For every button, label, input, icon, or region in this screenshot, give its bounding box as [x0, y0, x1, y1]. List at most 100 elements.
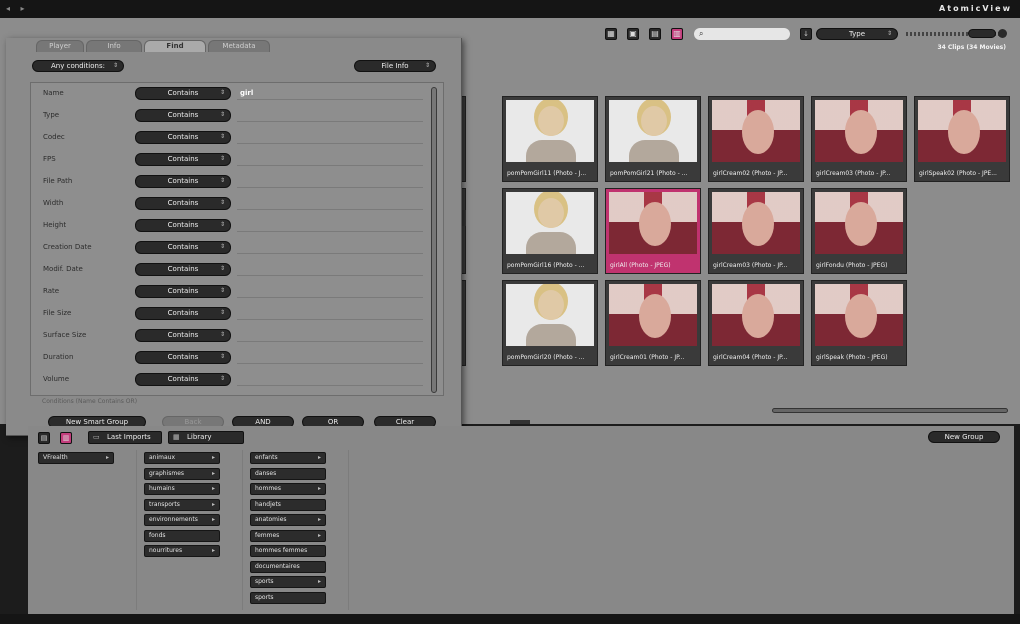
expand-arrow-icon: ▸: [211, 469, 215, 477]
library-folder[interactable]: sports: [250, 591, 326, 604]
filter-icon[interactable]: ▥: [671, 28, 683, 40]
condition-value-input[interactable]: girl: [237, 87, 423, 100]
expand-arrow-icon: ▸: [211, 516, 215, 523]
zoom-slider-handle[interactable]: [968, 29, 996, 38]
condition-operator-select[interactable]: Contains ⇕: [135, 351, 231, 364]
save-icon[interactable]: ▣: [627, 28, 639, 40]
chevron-down-icon: ⇕: [219, 199, 225, 206]
search-input[interactable]: ⌕: [694, 28, 790, 40]
clip-thumbnail[interactable]: girlSpeak02 (Photo - JPE...: [914, 96, 1010, 182]
library-folder[interactable]: VFrealth ▸: [38, 452, 114, 464]
clip-thumbnail[interactable]: girlCream02 (Photo - JP...: [708, 96, 804, 182]
library-folder[interactable]: enfants ▸: [250, 452, 326, 464]
match-mode-select[interactable]: Any conditions: ⇕: [32, 60, 124, 72]
clip-thumbnail[interactable]: girlSpeak (Photo - JPEG): [811, 280, 907, 366]
filter-library-icon[interactable]: ▥: [60, 432, 72, 444]
condition-value-input[interactable]: [237, 175, 423, 188]
library-folder-label: animaux: [149, 454, 176, 461]
tab-player[interactable]: Player: [36, 40, 84, 52]
library-label: Library: [187, 433, 212, 441]
condition-operator-select[interactable]: Contains ⇕: [135, 131, 231, 144]
library-folder[interactable]: femmes ▸: [250, 529, 326, 542]
condition-operator-select[interactable]: Contains ⇕: [135, 373, 231, 386]
library-folder[interactable]: anatomies ▸: [250, 514, 326, 526]
condition-operator-select[interactable]: Contains ⇕: [135, 329, 231, 342]
condition-operator-select[interactable]: Contains ⇕: [135, 263, 231, 276]
sort-icon[interactable]: ↓: [800, 28, 812, 40]
library-folder[interactable]: documentaires: [250, 560, 326, 573]
condition-value-input[interactable]: [237, 263, 423, 276]
collapse-icon[interactable]: ▤: [38, 432, 50, 444]
library-folder[interactable]: transports ▸: [144, 498, 220, 511]
condition-operator-select[interactable]: Contains ⇕: [135, 285, 231, 298]
clip-thumbnail[interactable]: pomPomGirl16 (Photo - ...: [502, 188, 598, 274]
last-imports-button[interactable]: ▭ Last Imports: [88, 431, 162, 444]
clip-preview-image: [712, 192, 800, 254]
expand-arrow-icon: ▸: [105, 454, 109, 461]
chevron-down-icon: ⇕: [219, 265, 225, 272]
clip-thumbnail[interactable]: girlCream04 (Photo - JP...: [708, 280, 804, 366]
condition-operator-select[interactable]: Contains ⇕: [135, 109, 231, 122]
library-folder[interactable]: humains ▸: [144, 483, 220, 495]
window-controls[interactable]: ◂ ▸: [6, 4, 29, 13]
library-folder[interactable]: hommes ▸: [250, 483, 326, 495]
clip-thumbnail[interactable]: girlFondu (Photo - JPEG): [811, 188, 907, 274]
tab-metadata[interactable]: Metadata: [208, 40, 270, 52]
chevron-down-icon: ⇕: [219, 89, 225, 96]
condition-operator-select[interactable]: Contains ⇕: [135, 175, 231, 188]
condition-value-input[interactable]: [237, 109, 423, 122]
clip-thumbnail[interactable]: pomPomGirl21 (Photo - ...: [605, 96, 701, 182]
zoom-max-icon[interactable]: [998, 29, 1007, 38]
sort-select[interactable]: Type ⇕: [816, 28, 898, 40]
condition-value-input[interactable]: [237, 197, 423, 210]
pane-resize-grip[interactable]: [510, 420, 530, 424]
condition-operator-select[interactable]: Contains ⇕: [135, 197, 231, 210]
clip-thumbnail[interactable]: pomPomGirl20 (Photo - ...: [502, 280, 598, 366]
conditions-scrollbar[interactable]: [431, 87, 437, 393]
tab-info[interactable]: Info: [86, 40, 142, 52]
library-folder[interactable]: danses: [250, 467, 326, 480]
condition-value-input[interactable]: [237, 351, 423, 364]
condition-value-input[interactable]: [237, 153, 423, 166]
new-group-button[interactable]: New Group: [928, 431, 1000, 443]
condition-value-input[interactable]: [237, 307, 423, 320]
library-folder-label: transports: [149, 500, 180, 508]
condition-operator-select[interactable]: Contains ⇕: [135, 307, 231, 320]
condition-value-input[interactable]: [237, 131, 423, 144]
condition-label: Duration: [43, 353, 74, 361]
condition-row: Modif. Date Contains ⇕: [31, 259, 431, 281]
tab-find[interactable]: Find: [144, 40, 206, 52]
library-folder[interactable]: graphismes ▸: [144, 467, 220, 480]
list-view-icon[interactable]: ▤: [649, 28, 661, 40]
condition-row: Rate Contains ⇕: [31, 281, 431, 303]
library-folder[interactable]: nourritures ▸: [144, 545, 220, 557]
condition-value-input[interactable]: [237, 241, 423, 254]
library-folder[interactable]: animaux ▸: [144, 452, 220, 464]
condition-operator-select[interactable]: Contains ⇕: [135, 153, 231, 166]
condition-operator-select[interactable]: Contains ⇕: [135, 241, 231, 254]
library-button[interactable]: ▦ Library: [168, 431, 244, 444]
library-folder[interactable]: hommes femmes: [250, 545, 326, 557]
condition-operator-select[interactable]: Contains ⇕: [135, 219, 231, 232]
split-handle[interactable]: [462, 210, 466, 226]
expand-arrow-icon: ▸: [211, 454, 215, 461]
library-folder[interactable]: environnements ▸: [144, 514, 220, 526]
condition-label: Type: [43, 111, 60, 119]
grid-view-icon[interactable]: ▦: [605, 28, 617, 40]
condition-value-input[interactable]: [237, 329, 423, 342]
clip-thumbnail[interactable]: girlCream01 (Photo - JP...: [605, 280, 701, 366]
clip-thumbnail[interactable]: girlAll (Photo - JPEG): [605, 188, 701, 274]
clip-thumbnail[interactable]: girlCream03 (Photo - JP...: [811, 96, 907, 182]
library-folder[interactable]: sports ▸: [250, 576, 326, 588]
condition-value-input[interactable]: [237, 285, 423, 298]
library-folder[interactable]: handjets: [250, 498, 326, 511]
condition-operator-select[interactable]: Contains ⇕: [135, 87, 231, 100]
condition-value-input[interactable]: [237, 373, 423, 386]
clip-thumbnail[interactable]: pomPomGirl11 (Photo - J...: [502, 96, 598, 182]
info-select[interactable]: File Info ⇕: [354, 60, 436, 72]
library-folder[interactable]: fonds: [144, 529, 220, 542]
horizontal-scrollbar[interactable]: [772, 408, 1008, 413]
chevron-down-icon: ⇕: [219, 353, 225, 360]
condition-value-input[interactable]: [237, 219, 423, 232]
clip-thumbnail[interactable]: girlCream03 (Photo - JP...: [708, 188, 804, 274]
